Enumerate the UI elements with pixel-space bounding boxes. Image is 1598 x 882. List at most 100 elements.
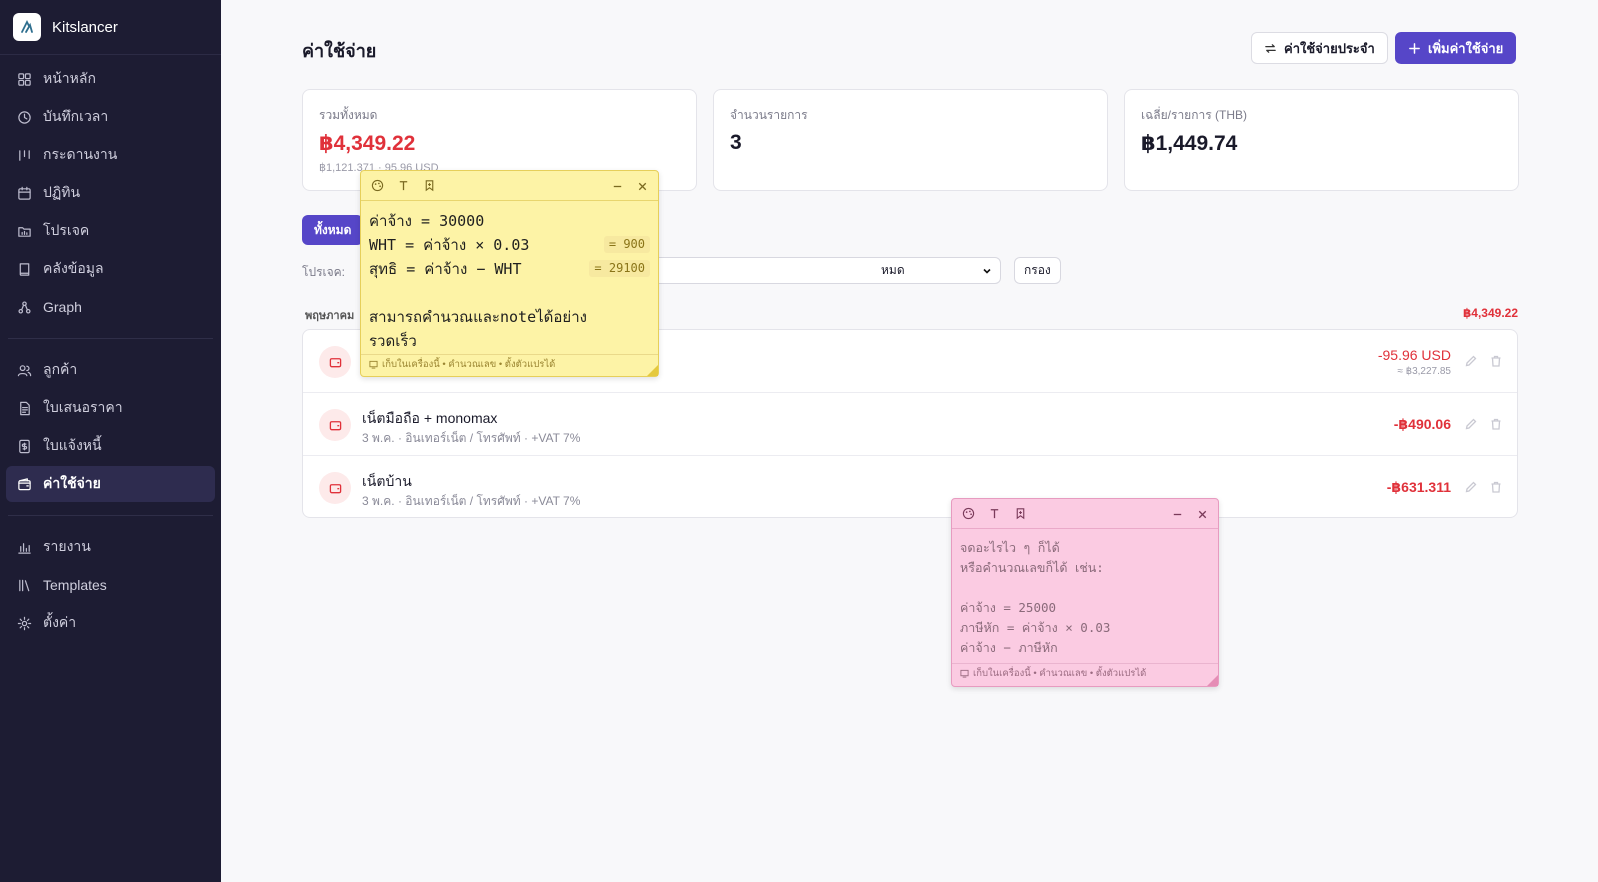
stat-label: เฉลี่ย/รายการ (THB) (1141, 108, 1247, 122)
sidebar-item-graph[interactable]: Graph (6, 289, 215, 325)
brand[interactable]: Kitslancer (0, 0, 221, 55)
sticky-note-text[interactable]: ค่าจ้าง = 30000 WHT = ค่าจ้าง × 0.03 = 900… (361, 201, 658, 354)
sidebar-item-label: ตั้งค่า (43, 614, 77, 630)
filter-button[interactable]: กรอง (1014, 257, 1061, 284)
sidebar-item-folder-chart[interactable]: โปรเจค (6, 213, 215, 249)
expense-title: เน็ตมือถือ + monomax (362, 410, 498, 426)
sticky-toolbar (361, 171, 658, 201)
sidebar-item-label: ใบเสนอราคา (43, 399, 123, 415)
sticky-note-text[interactable]: จดอะไรไว ๆ ก็ได้ หรือคำนวณเลขก็ได้ เช่น: ค… (952, 529, 1218, 663)
calendar-icon (18, 186, 31, 200)
sidebar-item-book[interactable]: คลังข้อมูล (6, 251, 215, 287)
sticky-line (960, 578, 1210, 598)
clock-icon (18, 110, 31, 124)
sticky-line: ค่าจ้าง − ภาษีหัก (960, 640, 1058, 655)
gear-icon (17, 616, 32, 630)
close-icon[interactable] (634, 178, 650, 194)
close-icon[interactable] (1194, 506, 1210, 522)
wallet-icon (319, 472, 351, 504)
calc-result-badge: = 900 (603, 236, 650, 253)
trash-icon[interactable] (1489, 354, 1503, 368)
sticky-line: ค่าจ้าง = 25000 (960, 600, 1057, 615)
minimize-icon[interactable] (609, 178, 625, 194)
sidebar-item-label: Templates (43, 577, 107, 593)
sticky-footer-text: เก็บในเครื่องนี้ • คำนวณเลข • ตั้งตัวแปร… (382, 359, 556, 370)
sidebar-nav-system: รายงาน Templates ตั้งค่า (0, 523, 221, 647)
sticky-toolbar (952, 499, 1218, 529)
expense-meta: 3 พ.ค. · อินเทอร์เน็ต / โทรศัพท์ · +VAT … (362, 494, 581, 508)
plus-icon (1409, 42, 1420, 54)
edit-icon[interactable] (1464, 417, 1478, 431)
add-expense-label: เพิ่มค่าใช้จ่าย (1428, 40, 1504, 56)
document-icon (20, 401, 30, 415)
sidebar-item-grid[interactable]: หน้าหลัก (6, 61, 215, 97)
sidebar-item-document[interactable]: ใบเสนอราคา (6, 390, 215, 426)
palette-icon[interactable] (369, 178, 385, 194)
sidebar-item-bar-chart[interactable]: รายงาน (6, 529, 215, 565)
sticky-footer: เก็บในเครื่องนี้ • คำนวณเลข • ตั้งตัวแปร… (952, 663, 1218, 683)
sticky-note-pink[interactable]: จดอะไรไว ๆ ก็ได้ หรือคำนวณเลขก็ได้ เช่น: ค… (951, 498, 1219, 687)
recurring-expenses-label: ค่าใช้จ่ายประจำ (1284, 40, 1375, 56)
sidebar-item-label: ลูกค้า (43, 361, 78, 377)
stat-label: จำนวนรายการ (730, 108, 808, 122)
bookmark-add-icon[interactable] (421, 178, 437, 194)
sidebar-item-clock[interactable]: บันทึกเวลา (6, 99, 215, 135)
stat-card-average: เฉลี่ย/รายการ (THB) ฿1,449.74 (1124, 89, 1519, 191)
sidebar-item-label: ค่าใช้จ่าย (43, 475, 101, 491)
add-expense-button[interactable]: เพิ่มค่าใช้จ่าย (1395, 32, 1517, 64)
sticky-footer-text: เก็บในเครื่องนี้ • คำนวณเลข • ตั้งตัวแปร… (973, 668, 1147, 679)
expense-meta: 3 พ.ค. · อินเทอร์เน็ต / โทรศัพท์ · +VAT … (362, 431, 581, 445)
bookmark-add-icon[interactable] (1012, 506, 1028, 522)
bar-chart-icon (18, 542, 31, 554)
sidebar-item-label: ใบแจ้งหนี้ (43, 437, 102, 453)
sidebar-item-library[interactable]: Templates (6, 567, 215, 603)
trash-icon[interactable] (1489, 480, 1503, 494)
sticky-note-yellow[interactable]: ค่าจ้าง = 30000 WHT = ค่าจ้าง × 0.03 = 900… (360, 170, 659, 377)
sidebar-item-invoice[interactable]: ใบแจ้งหนี้ (6, 428, 215, 464)
expense-converted: ≈ ฿3,227.85 (1397, 366, 1451, 377)
wallet-icon (319, 346, 351, 378)
sidebar-item-calendar[interactable]: ปฏิทิน (6, 175, 215, 211)
expense-amount: -95.96 USD (1377, 347, 1451, 363)
recurring-expenses-button[interactable]: ค่าใช้จ่ายประจำ (1251, 32, 1388, 64)
sidebar-item-label: รายงาน (43, 538, 91, 554)
graph-icon (18, 300, 31, 314)
month-group-label: พฤษภาคม (305, 310, 355, 322)
sidebar-item-label: โปรเจค (43, 222, 90, 238)
tab-all[interactable]: ทั้งหมด (302, 215, 364, 245)
sidebar-item-label: คลังข้อมูล (43, 260, 104, 276)
resize-handle-icon[interactable] (647, 365, 658, 376)
sticky-line: สุทธิ = ค่าจ้าง − WHT = 29100 (369, 257, 650, 281)
sidebar-item-users[interactable]: ลูกค้า (6, 352, 215, 388)
sidebar-item-kanban[interactable]: กระดานงาน (6, 137, 215, 173)
trash-icon[interactable] (1489, 417, 1503, 431)
sidebar-item-label: บันทึกเวลา (43, 108, 109, 124)
edit-icon[interactable] (1464, 354, 1478, 368)
expense-row[interactable]: เน็ตมือถือ + monomax 3 พ.ค. · อินเทอร์เน็… (303, 393, 1517, 456)
kanban-icon (19, 149, 30, 161)
stat-value: 3 (730, 131, 742, 154)
repeat-icon (1265, 43, 1276, 53)
sidebar-nav-main: หน้าหลักบันทึกเวลากระดานงานปฏิทินโปรเจคค… (0, 55, 221, 331)
sticky-line: รวดเร็ว (369, 332, 417, 350)
sidebar: Kitslancer หน้าหลักบันทึกเวลากระดานงานปฏ… (0, 0, 221, 882)
text-format-icon[interactable] (986, 506, 1002, 522)
sidebar-item-wallet[interactable]: ค่าใช้จ่าย (6, 466, 215, 502)
sidebar-item-gear[interactable]: ตั้งค่า (6, 605, 215, 641)
wallet-icon (319, 409, 351, 441)
palette-icon[interactable] (960, 506, 976, 522)
app-logo-icon (13, 13, 41, 41)
sticky-line (369, 281, 650, 305)
text-format-icon[interactable] (395, 178, 411, 194)
app-name: Kitslancer (52, 18, 118, 36)
stat-label: รวมทั้งหมด (319, 108, 378, 122)
edit-icon[interactable] (1464, 480, 1478, 494)
resize-handle-icon[interactable] (1207, 675, 1218, 686)
users-icon (17, 364, 32, 376)
expense-row[interactable]: เน็ตบ้าน 3 พ.ค. · อินเทอร์เน็ต / โทรศัพท์… (303, 456, 1517, 517)
sidebar-item-label: ปฏิทิน (43, 184, 81, 200)
main-content: ค่าใช้จ่าย ค่าใช้จ่ายประจำ เพิ่มค่าใช้จ่… (221, 0, 1598, 882)
minimize-icon[interactable] (1169, 506, 1185, 522)
month-group-total: ฿4,349.22 (1462, 306, 1518, 320)
sidebar-nav-business: ลูกค้าใบเสนอราคาใบแจ้งหนี้ค่าใช้จ่าย (0, 346, 221, 508)
